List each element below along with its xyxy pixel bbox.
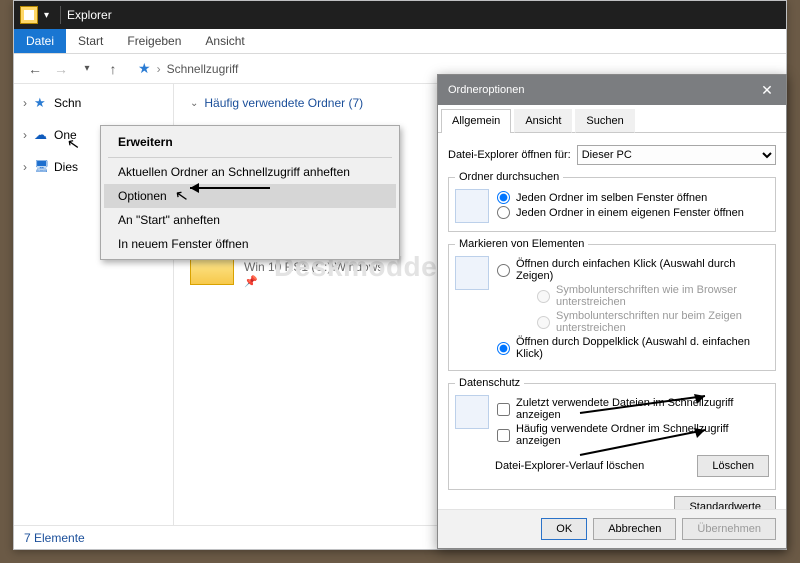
context-menu: Erweitern Aktuellen Ordner an Schnellzug…: [100, 125, 400, 260]
ctx-pin-quickaccess[interactable]: Aktuellen Ordner an Schnellzugriff anhef…: [104, 160, 396, 184]
folder-path: Win 10 RS1 (C:)\Windows: [244, 260, 383, 276]
explorer-icon: [20, 6, 38, 24]
chevron-down-icon: ⌄: [190, 98, 198, 109]
titlebar[interactable]: ▾ Explorer: [14, 1, 786, 29]
folder-options-dialog: Ordneroptionen ✕ Allgemein Ansicht Suche…: [437, 74, 787, 549]
forward-button[interactable]: →: [50, 58, 72, 80]
dialog-tabs: Allgemein Ansicht Suchen: [438, 105, 786, 133]
up-button[interactable]: ↑: [102, 58, 124, 80]
ribbon: Datei Start Freigeben Ansicht: [14, 29, 786, 54]
breadcrumb[interactable]: ★ › Schnellzugriff: [138, 60, 238, 77]
mark-icon: [455, 256, 489, 290]
tab-allgemein[interactable]: Allgemein: [441, 109, 511, 133]
dialog-titlebar[interactable]: Ordneroptionen ✕: [438, 75, 786, 105]
group-mark: Markieren von Elementen Öffnen durch ein…: [448, 238, 776, 371]
ribbon-start[interactable]: Start: [66, 29, 115, 53]
dialog-title: Ordneroptionen: [448, 84, 524, 96]
quickaccess-star-icon: ★: [138, 60, 151, 77]
radio-same-window[interactable]: Jeden Ordner im selben Fenster öffnen: [497, 191, 769, 204]
ctx-new-window[interactable]: In neuem Fenster öffnen: [104, 232, 396, 256]
clear-history-label: Datei-Explorer-Verlauf löschen: [495, 460, 644, 472]
qat-dropdown-icon[interactable]: ▾: [44, 10, 54, 21]
separator: [60, 6, 61, 24]
ok-button[interactable]: OK: [541, 518, 587, 540]
ctx-header[interactable]: Erweitern: [104, 129, 396, 155]
ctx-options[interactable]: Optionen: [104, 184, 396, 208]
clear-button[interactable]: Löschen: [697, 455, 769, 477]
breadcrumb-label: Schnellzugriff: [167, 62, 239, 76]
group-browse: Ordner durchsuchen Jeden Ordner im selbe…: [448, 171, 776, 232]
check-recent-files[interactable]: Zuletzt verwendete Dateien im Schnellzug…: [497, 397, 769, 421]
back-button[interactable]: ←: [24, 58, 46, 80]
ribbon-freigeben[interactable]: Freigeben: [115, 29, 193, 53]
ctx-pin-start[interactable]: An "Start" anheften: [104, 208, 396, 232]
radio-single-click[interactable]: Öffnen durch einfachen Klick (Auswahl du…: [497, 258, 769, 282]
close-icon[interactable]: ✕: [748, 75, 786, 105]
radio-double-click[interactable]: Öffnen durch Doppelklick (Auswahl d. ein…: [497, 336, 769, 360]
ribbon-ansicht[interactable]: Ansicht: [193, 29, 256, 53]
open-for-select[interactable]: Dieser PC: [577, 145, 776, 165]
open-for-label: Datei-Explorer öffnen für:: [448, 149, 571, 161]
dialog-buttons: OK Abbrechen Übernehmen: [438, 509, 786, 548]
tab-suchen[interactable]: Suchen: [575, 109, 634, 133]
status-text: 7 Elemente: [24, 531, 85, 545]
pin-icon: 📌: [244, 275, 383, 289]
radio-own-window[interactable]: Jeden Ordner in einem eigenen Fenster öf…: [497, 206, 769, 219]
cancel-button[interactable]: Abbrechen: [593, 518, 676, 540]
ribbon-datei[interactable]: Datei: [14, 29, 66, 53]
tree-quickaccess[interactable]: ›★Schn: [14, 92, 173, 114]
privacy-icon: [455, 395, 489, 429]
history-dropdown[interactable]: ▾: [76, 58, 98, 80]
tab-ansicht[interactable]: Ansicht: [514, 109, 572, 133]
group-privacy: Datenschutz Zuletzt verwendete Dateien i…: [448, 377, 776, 490]
check-frequent-folders[interactable]: Häufig verwendete Ordner im Schnellzugri…: [497, 423, 769, 447]
window-title: Explorer: [67, 8, 112, 22]
radio-underline-hover: Symbolunterschriften nur beim Zeigen unt…: [537, 310, 769, 334]
radio-underline-browser: Symbolunterschriften wie im Browser unte…: [537, 284, 769, 308]
browse-icon: [455, 189, 489, 223]
apply-button[interactable]: Übernehmen: [682, 518, 776, 540]
